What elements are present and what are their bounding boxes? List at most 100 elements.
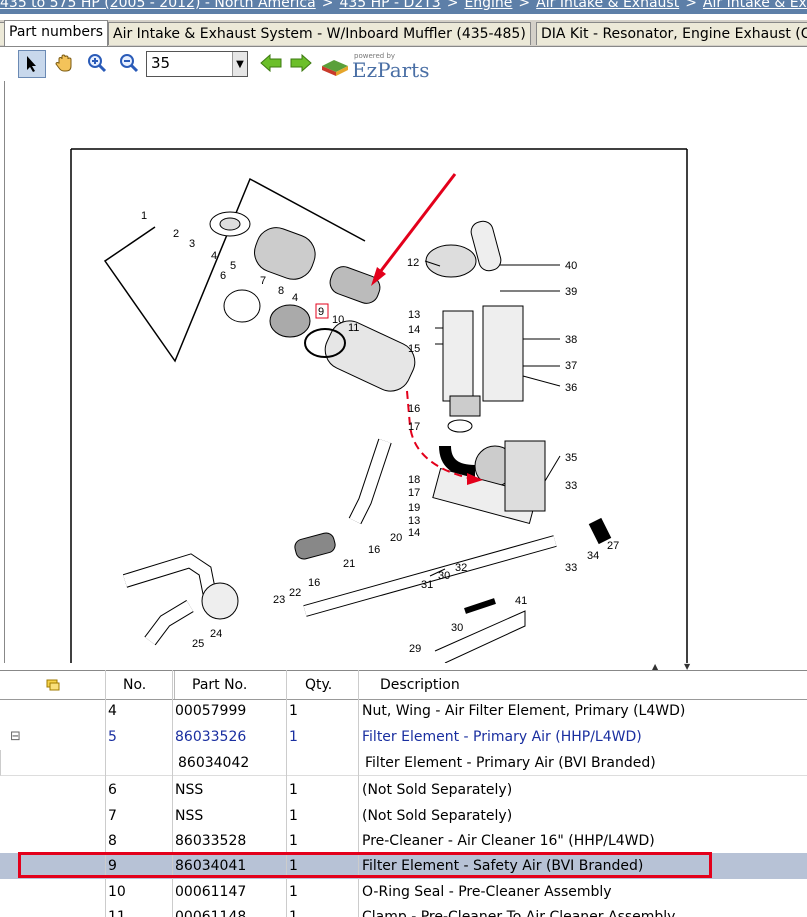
tab-part-numbers[interactable]: Part numbers (4, 20, 109, 46)
tab-dia-kit-resonator[interactable]: DIA Kit - Resonator, Engine Exhaust (C (536, 22, 807, 45)
row-part-no: 00061147 (175, 884, 247, 900)
svg-text:3: 3 (189, 238, 195, 250)
breadcrumb-item-engine[interactable]: Engine (464, 0, 512, 11)
column-divider (105, 670, 106, 917)
breadcrumb-item-air-intake[interactable]: Air Intake & Exhaust (536, 0, 679, 11)
svg-text:14: 14 (408, 324, 420, 336)
svg-text:35: 35 (565, 452, 577, 464)
svg-text:32: 32 (455, 562, 467, 574)
svg-text:4: 4 (211, 250, 217, 262)
svg-text:15: 15 (408, 343, 420, 355)
description-column-header[interactable]: Description (360, 671, 807, 699)
row-no: 10 (108, 884, 126, 900)
svg-text:13: 13 (408, 515, 420, 527)
row-description: (Not Sold Separately) (362, 808, 513, 824)
svg-text:39: 39 (565, 286, 577, 298)
parts-grid-body: 4 00057999 1 Nut, Wing - Air Filter Elem… (0, 698, 807, 917)
svg-text:31: 31 (421, 579, 433, 591)
column-divider (172, 670, 173, 917)
parts-diagram-viewer[interactable]: 1234 5678 4 9 10 11 12 13 14 15 16 17 18 17 19 13 1… (4, 81, 807, 663)
row-qty: 1 (289, 909, 298, 917)
svg-text:25: 25 (192, 638, 204, 650)
svg-text:24: 24 (210, 628, 222, 640)
table-row[interactable]: 8 86033528 1 Pre-Cleaner - Air Cleaner 1… (0, 828, 807, 854)
table-row[interactable]: ⊟ 5 86033526 1 Filter Element - Primary … (0, 724, 807, 750)
svg-text:12: 12 (407, 257, 419, 269)
row-description: Filter Element - Primary Air (BVI Brande… (365, 755, 656, 771)
row-description: Nut, Wing - Air Filter Element, Primary … (362, 703, 686, 719)
row-qty: 1 (289, 703, 298, 719)
qty-column-header[interactable]: Qty. (288, 671, 359, 699)
table-row[interactable]: 10 00061147 1 O-Ring Seal - Pre-Cleaner … (0, 879, 807, 905)
svg-text:2: 2 (173, 228, 179, 240)
svg-text:14: 14 (408, 527, 420, 539)
select-arrow-icon[interactable] (18, 50, 46, 78)
svg-text:16: 16 (408, 403, 420, 415)
svg-text:33: 33 (565, 480, 577, 492)
svg-text:20: 20 (390, 532, 402, 544)
back-arrow-icon[interactable] (258, 50, 284, 76)
svg-text:22: 22 (289, 587, 301, 599)
zoom-level-select[interactable]: 35 ▼ (146, 51, 248, 77)
part-no-column-header[interactable]: Part No. (176, 671, 287, 699)
svg-text:23: 23 (273, 594, 285, 606)
svg-text:10: 10 (332, 314, 344, 326)
toolbar: 35 ▼ powered by EzParts (0, 47, 807, 82)
row-description: Clamp - Pre-Cleaner To Air Cleaner Assem… (362, 909, 676, 917)
notes-column-header[interactable] (0, 671, 106, 699)
svg-text:30: 30 (451, 622, 463, 634)
table-row[interactable]: 4 00057999 1 Nut, Wing - Air Filter Elem… (0, 698, 807, 724)
row-part-no: 86034042 (178, 755, 250, 771)
row-part-no: 00061148 (175, 909, 247, 917)
svg-text:18: 18 (408, 474, 420, 486)
svg-text:1: 1 (141, 210, 147, 222)
row-no: 4 (108, 703, 117, 719)
svg-text:4: 4 (292, 292, 298, 304)
table-row[interactable]: 7 NSS 1 (Not Sold Separately) (0, 803, 807, 829)
row-qty: 1 (289, 884, 298, 900)
forward-arrow-icon[interactable] (288, 50, 314, 76)
column-divider (286, 670, 287, 917)
table-subrow[interactable]: 86034042 Filter Element - Primary Air (B… (0, 750, 807, 776)
row-qty: 1 (289, 833, 298, 849)
row-qty: 1 (289, 808, 298, 824)
tab-bar: Part numbers Air Intake & Exhaust System… (0, 20, 807, 47)
row-no: 5 (108, 729, 117, 745)
column-divider (358, 670, 359, 917)
no-column-header[interactable]: No. (106, 671, 175, 699)
svg-text:11: 11 (348, 322, 359, 334)
svg-text:21: 21 (343, 558, 355, 570)
svg-text:34: 34 (587, 550, 599, 562)
table-row[interactable]: 11 00061148 1 Clamp - Pre-Cleaner To Air… (0, 904, 807, 917)
svg-text:29: 29 (409, 643, 421, 655)
collapse-icon[interactable]: ⊟ (10, 724, 21, 750)
svg-text:13: 13 (408, 309, 420, 321)
svg-text:7: 7 (260, 275, 266, 287)
row-no: 11 (108, 909, 126, 917)
breadcrumb-item-model[interactable]: 435 to 575 HP (2005 - 2012) - North Amer… (0, 0, 316, 11)
breadcrumb: 435 to 575 HP (2005 - 2012) - North Amer… (0, 0, 807, 14)
row-description: Pre-Cleaner - Air Cleaner 16" (HHP/L4WD) (362, 833, 655, 849)
svg-text:6: 6 (220, 270, 226, 282)
tab-air-intake-system[interactable]: Air Intake & Exhaust System - W/Inboard … (108, 22, 531, 45)
notes-icon (46, 679, 59, 691)
breadcrumb-item-air-intake-sub[interactable]: Air Intake & Exh (703, 0, 807, 11)
svg-text:17: 17 (408, 421, 420, 433)
svg-text:16: 16 (308, 577, 320, 589)
pan-hand-icon[interactable] (51, 50, 77, 76)
breadcrumb-item-engine-variant[interactable]: 435 HP - D2T3 (339, 0, 440, 11)
zoom-level-value: 35 (151, 54, 171, 72)
row-part-no[interactable]: 86033526 (175, 724, 246, 750)
svg-text:27: 27 (607, 540, 619, 552)
row-no: 8 (108, 833, 117, 849)
table-row[interactable]: 6 NSS 1 (Not Sold Separately) (0, 777, 807, 803)
row-part-no: NSS (175, 782, 204, 798)
zoom-in-icon[interactable] (84, 50, 110, 76)
row-no: 6 (108, 782, 117, 798)
zoom-out-icon[interactable] (116, 50, 142, 76)
parts-grid-header: No. Part No. Qty. Description (0, 670, 807, 700)
chevron-down-icon[interactable]: ▼ (232, 52, 247, 76)
exploded-parts-diagram: 1234 56 78 491011 12131415 16171817 19131… (70, 148, 688, 663)
svg-text:36: 36 (565, 382, 577, 394)
row-description[interactable]: Filter Element - Primary Air (HHP/L4WD) (362, 724, 642, 750)
